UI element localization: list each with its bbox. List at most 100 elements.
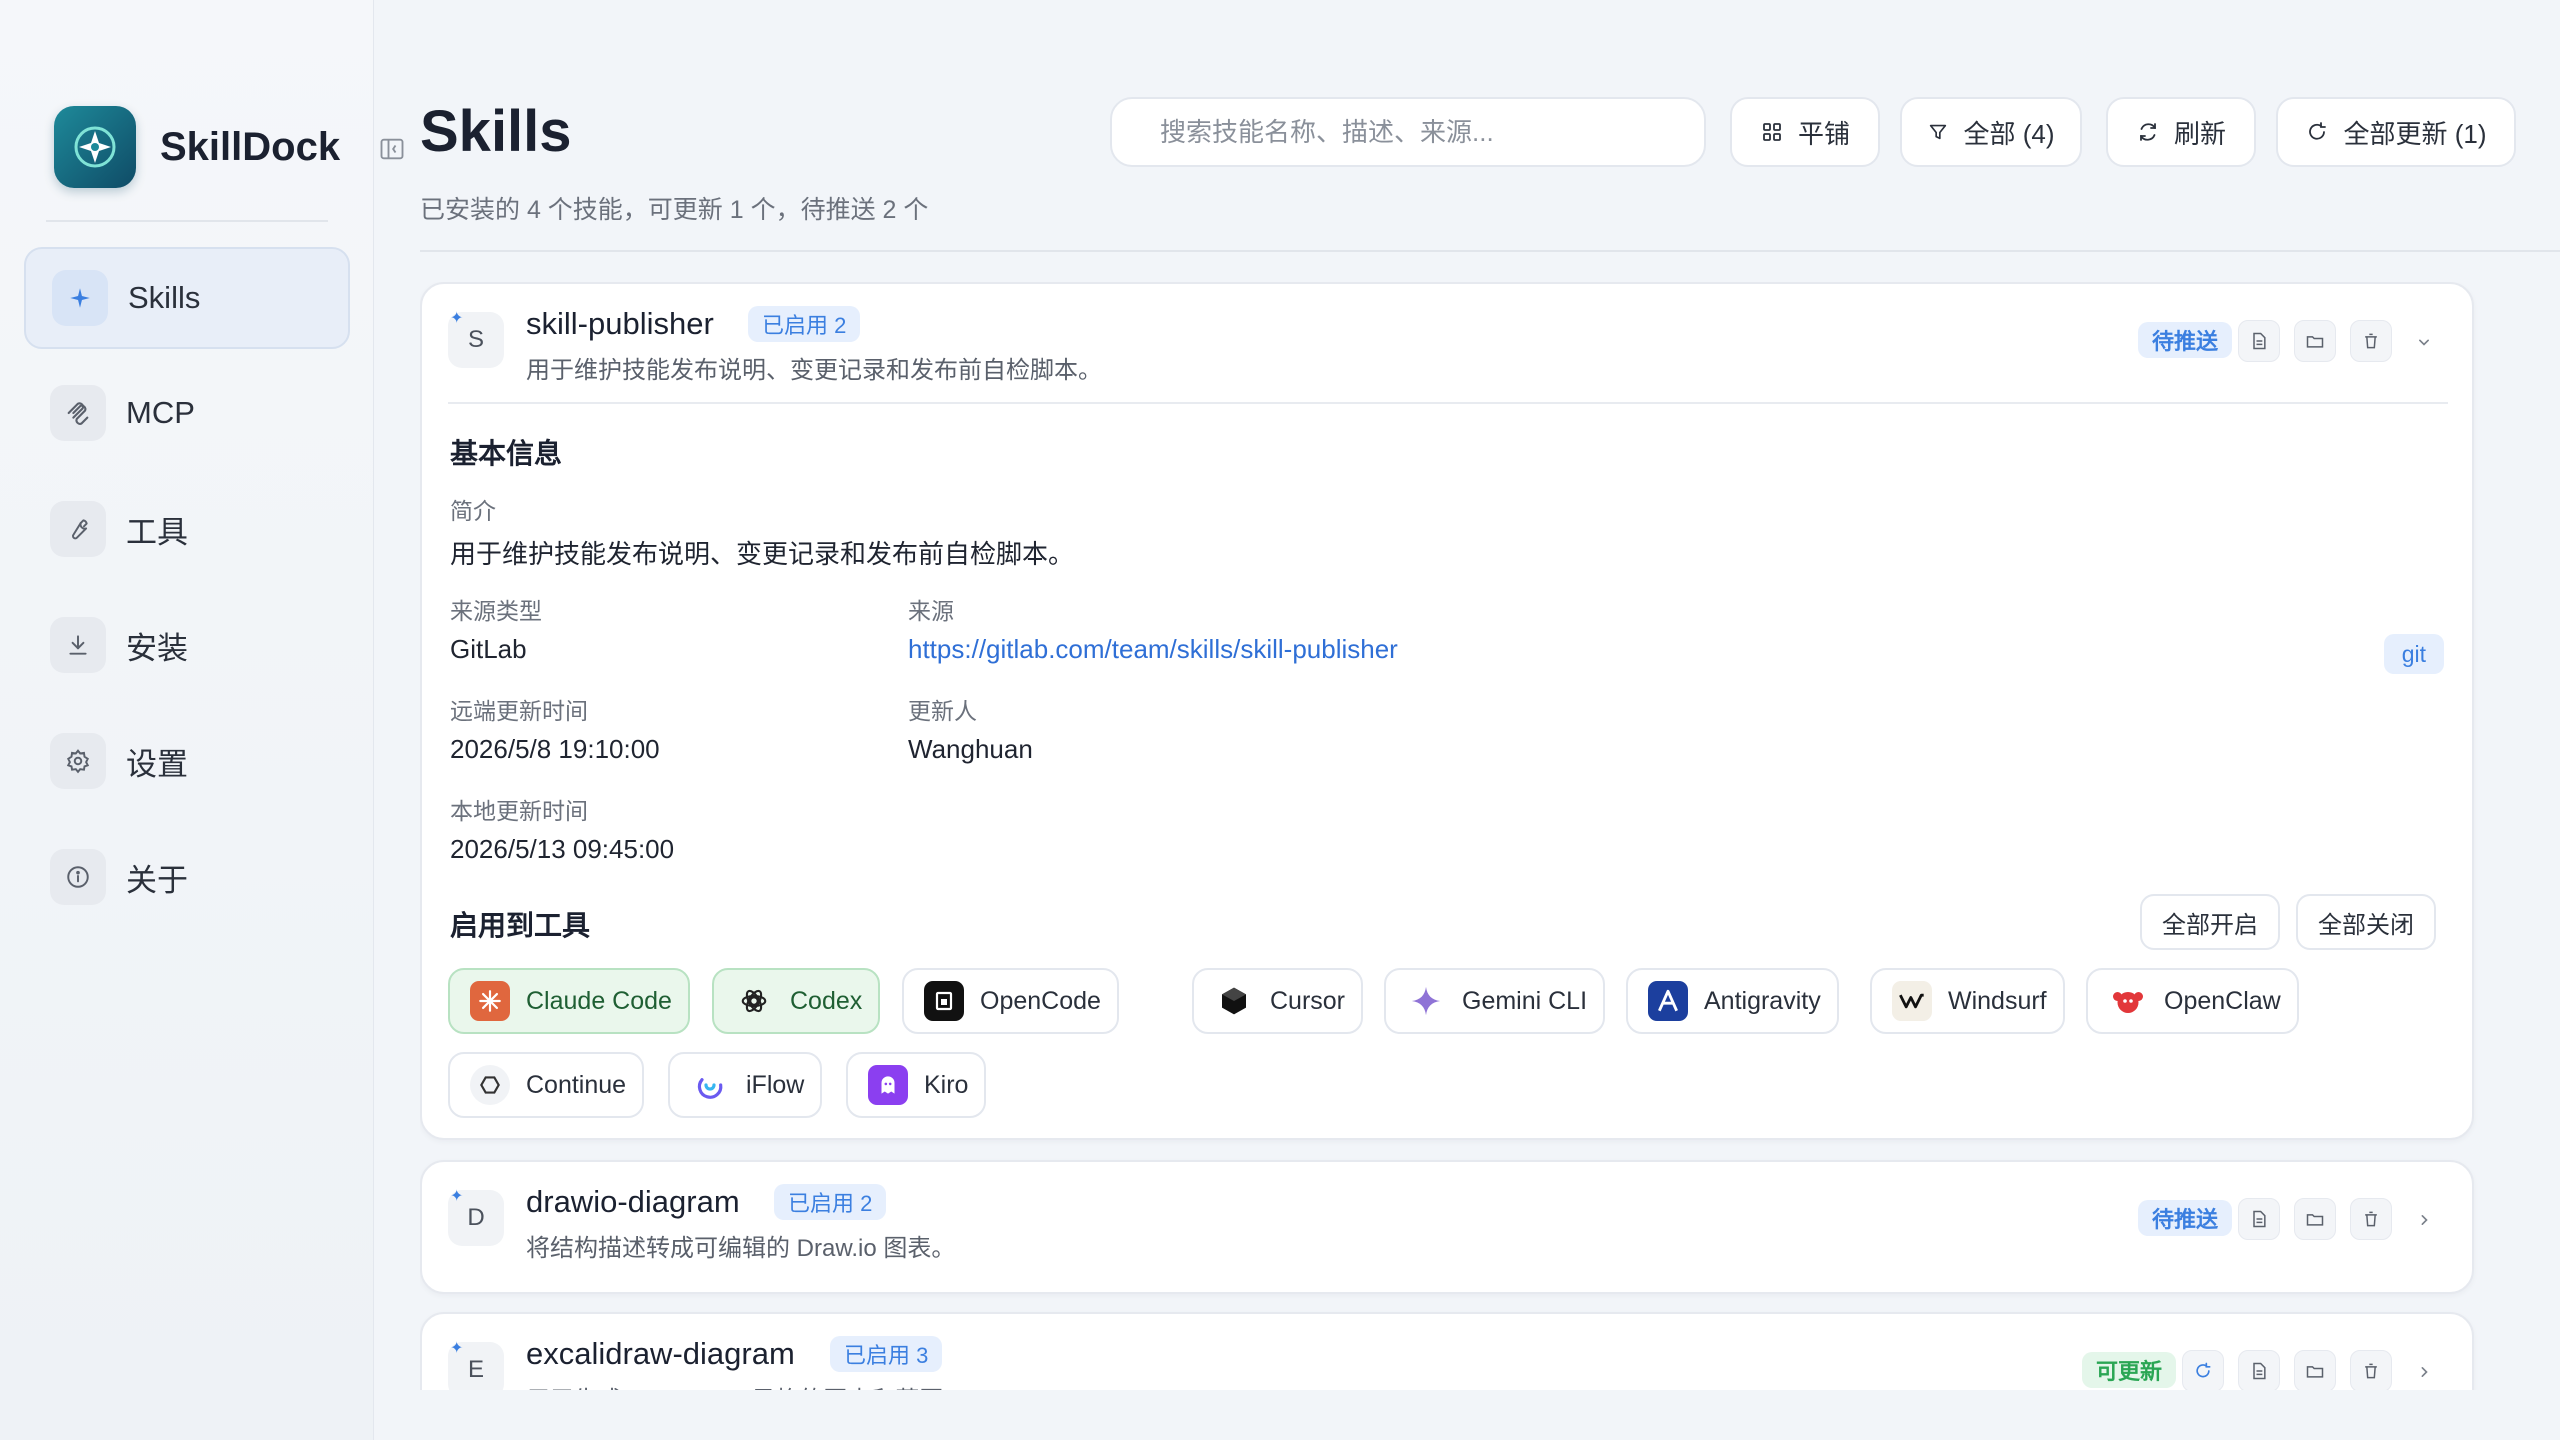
remote-time-value: 2026/5/8 19:10:00 [450, 734, 660, 764]
delete-button[interactable] [2350, 1198, 2392, 1240]
antigravity-icon [1648, 981, 1688, 1021]
status-badge: 可更新 [2082, 1352, 2177, 1388]
trash-icon [2365, 1363, 2377, 1379]
update-button[interactable] [2182, 1350, 2224, 1390]
folder-icon [2306, 336, 2324, 348]
main-content: Skills 已安装的 4 个技能，可更新 1 个，待推送 2 个 平铺 全部 … [374, 0, 2560, 1440]
skill-description: 用于生成 Excalidraw 风格的图表和草图。 [526, 1380, 967, 1390]
skill-name: skill-publisher [526, 306, 714, 341]
skill-initial: S [467, 326, 484, 353]
gear-icon [50, 733, 106, 789]
docs-button[interactable] [2238, 1198, 2280, 1240]
tool-chip-label: Gemini CLI [1462, 986, 1588, 1015]
sidebar-item-mcp[interactable]: MCP [24, 362, 350, 464]
filter-button[interactable]: 全部 (4) [1900, 97, 2082, 167]
delete-button[interactable] [2350, 320, 2392, 362]
sidebar: SkillDock Skills MCP 工具 安装 设置 关于 [0, 0, 374, 1440]
enabled-count-badge: 已启用 2 [748, 306, 861, 342]
windsurf-icon [1892, 981, 1932, 1021]
tool-chip-codex[interactable]: Codex [712, 968, 881, 1034]
enable-all-button[interactable]: 全部开启 [2140, 894, 2280, 950]
tool-chip-kiro[interactable]: Kiro [846, 1052, 987, 1118]
view-toggle-button[interactable]: 平铺 [1730, 97, 1880, 167]
search-input[interactable] [1110, 97, 1706, 167]
summary-value: 用于维护技能发布说明、变更记录和发布前自检脚本。 [450, 539, 1075, 569]
tool-chip-gemini-cli[interactable]: Gemini CLI [1384, 968, 1606, 1034]
wrench-icon [50, 501, 106, 557]
sidebar-item-label: MCP [126, 395, 195, 430]
skill-card-drawio-diagram[interactable]: ✦ D drawio-diagram 已启用 2 将结构描述转成可编辑的 Dra… [420, 1160, 2474, 1294]
sidebar-item-about[interactable]: 关于 [24, 826, 350, 928]
tool-chip-openclaw[interactable]: OpenClaw [2086, 968, 2299, 1034]
docs-button[interactable] [2238, 1350, 2280, 1390]
chevron-right-icon[interactable] [2406, 1354, 2442, 1390]
delete-button[interactable] [2350, 1350, 2392, 1390]
app-logo-icon [54, 106, 136, 188]
skill-description: 用于维护技能发布说明、变更记录和发布前自检脚本。 [526, 357, 1102, 384]
tool-chip-continue[interactable]: Continue [448, 1052, 645, 1118]
tool-chip-label: Kiro [924, 1070, 969, 1099]
document-icon [2253, 1362, 2266, 1380]
tool-chip-label: Codex [790, 986, 863, 1015]
refresh-icon [2136, 120, 2160, 144]
skill-name: excalidraw-diagram [526, 1336, 795, 1371]
refresh-button[interactable]: 刷新 [2106, 97, 2256, 167]
rotate-icon [2196, 1362, 2211, 1378]
open-folder-button[interactable] [2294, 1198, 2336, 1240]
source-link[interactable]: https://gitlab.com/team/skills/skill-pub… [908, 634, 1398, 665]
skill-name: drawio-diagram [526, 1184, 740, 1219]
tool-chip-antigravity[interactable]: Antigravity [1626, 968, 1839, 1034]
sidebar-item-label: 工具 [126, 514, 188, 550]
tools-title: 启用到工具 [450, 910, 591, 941]
sidebar-item-label: 安装 [126, 630, 188, 666]
sidebar-item-skills[interactable]: Skills [24, 247, 350, 349]
skill-avatar: ✦ E [448, 1340, 504, 1390]
enabled-count-badge: 已启用 3 [830, 1336, 943, 1372]
source-type-value: GitLab [450, 634, 527, 664]
sidebar-item-label: 设置 [126, 746, 188, 782]
source-tag-badge: git [2383, 634, 2444, 674]
sidebar-item-tools[interactable]: 工具 [24, 478, 350, 580]
document-icon [2253, 332, 2266, 350]
tool-chip-windsurf[interactable]: Windsurf [1870, 968, 2065, 1034]
tool-chip-label: OpenCode [980, 986, 1101, 1015]
sidebar-item-install[interactable]: 安装 [24, 594, 350, 696]
tool-chip-opencode[interactable]: OpenCode [902, 968, 1119, 1034]
update-all-button[interactable]: 全部更新 (1) [2276, 97, 2516, 167]
tool-chip-cursor[interactable]: Cursor [1192, 968, 1364, 1034]
tool-chip-label: Antigravity [1704, 986, 1821, 1015]
refresh-label: 刷新 [2173, 118, 2226, 149]
open-folder-button[interactable] [2294, 1350, 2336, 1390]
tool-chip-label: OpenClaw [2164, 986, 2281, 1015]
open-folder-button[interactable] [2294, 320, 2336, 362]
filter-label: 全部 (4) [1963, 118, 2055, 149]
brand: SkillDock [54, 106, 340, 188]
skill-card-excalidraw-diagram[interactable]: ✦ E excalidraw-diagram 已启用 3 用于生成 Excali… [420, 1312, 2474, 1390]
tool-chip-iflow[interactable]: iFlow [668, 1052, 823, 1118]
tool-chip-claude-code[interactable]: Claude Code [448, 968, 690, 1034]
tool-chip-label: Cursor [1270, 986, 1346, 1015]
document-icon [2253, 1210, 2266, 1228]
chevron-down-icon[interactable] [2406, 324, 2442, 360]
docs-button[interactable] [2238, 320, 2280, 362]
sidebar-item-settings[interactable]: 设置 [24, 710, 350, 812]
chevron-right-icon[interactable] [2406, 1202, 2442, 1238]
claude-code-icon [470, 981, 510, 1021]
page-title: Skills [420, 99, 572, 164]
skill-card-skill-publisher: ✦ S skill-publisher 已启用 2 用于维护技能发布说明、变更记… [420, 282, 2474, 1140]
updater-label: 更新人 [908, 698, 977, 724]
rotate-icon [2305, 120, 2329, 144]
sparkle-icon: ✦ [450, 1340, 464, 1357]
view-toggle-label: 平铺 [1797, 118, 1850, 149]
update-all-label: 全部更新 (1) [2343, 118, 2487, 149]
header-divider [420, 250, 2560, 252]
brand-divider [46, 220, 328, 222]
gemini-icon [1406, 981, 1446, 1021]
folder-icon [2306, 1366, 2324, 1378]
disable-all-button[interactable]: 全部关闭 [2296, 894, 2436, 950]
source-type-label: 来源类型 [450, 598, 542, 624]
skill-initial: D [467, 1204, 485, 1231]
page-subtitle: 已安装的 4 个技能，可更新 1 个，待推送 2 个 [420, 196, 929, 224]
download-icon [50, 617, 106, 673]
enabled-count-badge: 已启用 2 [774, 1184, 887, 1220]
